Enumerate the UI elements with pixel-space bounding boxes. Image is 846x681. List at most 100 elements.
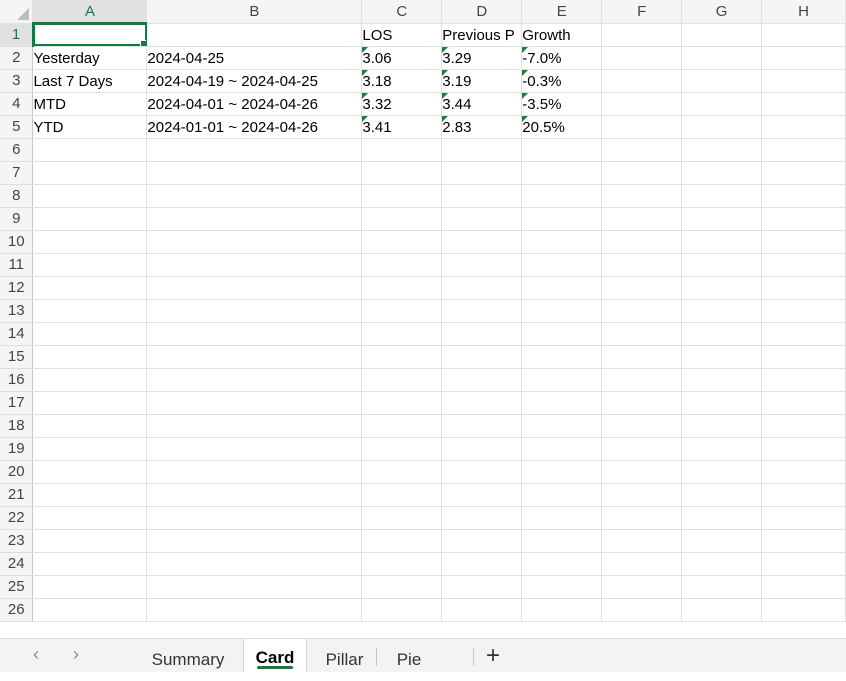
cell-e1[interactable]: Growth — [521, 23, 603, 47]
cell-f25[interactable] — [601, 575, 683, 599]
cell-b6[interactable] — [146, 138, 363, 162]
cell-g26[interactable] — [681, 598, 763, 622]
cell-f3[interactable] — [601, 69, 683, 93]
cell-e4[interactable]: -3.5% — [521, 92, 603, 116]
cell-h2[interactable] — [761, 46, 846, 70]
cell-g20[interactable] — [681, 460, 763, 484]
cell-c4[interactable]: 3.32 — [361, 92, 443, 116]
cell-b12[interactable] — [146, 276, 363, 300]
cell-h22[interactable] — [761, 506, 846, 530]
cell-g8[interactable] — [681, 184, 763, 208]
cell-g6[interactable] — [681, 138, 763, 162]
column-header-c[interactable]: C — [361, 0, 443, 24]
row-header-25[interactable]: 25 — [0, 575, 34, 599]
cell-h9[interactable] — [761, 207, 846, 231]
cell-b24[interactable] — [146, 552, 363, 576]
sheet-tab-pie[interactable]: Pie — [385, 639, 433, 672]
cell-a15[interactable] — [32, 345, 148, 369]
row-header-15[interactable]: 15 — [0, 345, 34, 369]
cell-a13[interactable] — [32, 299, 148, 323]
cell-f15[interactable] — [601, 345, 683, 369]
cell-e23[interactable] — [521, 529, 603, 553]
cell-h21[interactable] — [761, 483, 846, 507]
cell-a6[interactable] — [32, 138, 148, 162]
cell-c12[interactable] — [361, 276, 443, 300]
cell-g1[interactable] — [681, 23, 763, 47]
cell-d24[interactable] — [441, 552, 523, 576]
cell-e16[interactable] — [521, 368, 603, 392]
row-header-10[interactable]: 10 — [0, 230, 34, 254]
cell-d25[interactable] — [441, 575, 523, 599]
cell-g13[interactable] — [681, 299, 763, 323]
cell-a26[interactable] — [32, 598, 148, 622]
cell-g15[interactable] — [681, 345, 763, 369]
cell-c8[interactable] — [361, 184, 443, 208]
cell-f11[interactable] — [601, 253, 683, 277]
cell-d17[interactable] — [441, 391, 523, 415]
cell-d6[interactable] — [441, 138, 523, 162]
column-header-e[interactable]: E — [521, 0, 603, 24]
row-header-21[interactable]: 21 — [0, 483, 34, 507]
select-all-corner[interactable] — [0, 0, 34, 24]
cell-f22[interactable] — [601, 506, 683, 530]
cell-h15[interactable] — [761, 345, 846, 369]
cell-b15[interactable] — [146, 345, 363, 369]
row-header-4[interactable]: 4 — [0, 92, 34, 116]
cell-e9[interactable] — [521, 207, 603, 231]
row-header-26[interactable]: 26 — [0, 598, 34, 622]
cell-a4[interactable]: MTD — [32, 92, 148, 116]
cell-g14[interactable] — [681, 322, 763, 346]
cell-e25[interactable] — [521, 575, 603, 599]
cell-d20[interactable] — [441, 460, 523, 484]
chevron-left-icon[interactable]: ‹ — [29, 645, 43, 663]
cell-h26[interactable] — [761, 598, 846, 622]
cell-b18[interactable] — [146, 414, 363, 438]
sheet-tab-pillar[interactable]: Pillar — [312, 639, 377, 672]
column-header-d[interactable]: D — [441, 0, 523, 24]
cell-h25[interactable] — [761, 575, 846, 599]
cell-a25[interactable] — [32, 575, 148, 599]
chevron-right-icon[interactable]: › — [69, 645, 83, 663]
cell-d8[interactable] — [441, 184, 523, 208]
cell-g17[interactable] — [681, 391, 763, 415]
cell-g25[interactable] — [681, 575, 763, 599]
cell-h10[interactable] — [761, 230, 846, 254]
cell-g19[interactable] — [681, 437, 763, 461]
cell-h19[interactable] — [761, 437, 846, 461]
cell-e20[interactable] — [521, 460, 603, 484]
cell-e14[interactable] — [521, 322, 603, 346]
cell-c23[interactable] — [361, 529, 443, 553]
cell-f6[interactable] — [601, 138, 683, 162]
cell-c22[interactable] — [361, 506, 443, 530]
row-header-9[interactable]: 9 — [0, 207, 34, 231]
cell-a18[interactable] — [32, 414, 148, 438]
cell-e15[interactable] — [521, 345, 603, 369]
cell-e2[interactable]: -7.0% — [521, 46, 603, 70]
cell-d15[interactable] — [441, 345, 523, 369]
cell-f20[interactable] — [601, 460, 683, 484]
cell-g21[interactable] — [681, 483, 763, 507]
cell-f10[interactable] — [601, 230, 683, 254]
cell-g5[interactable] — [681, 115, 763, 139]
cell-a12[interactable] — [32, 276, 148, 300]
cell-e18[interactable] — [521, 414, 603, 438]
cell-a7[interactable] — [32, 161, 148, 185]
cell-b23[interactable] — [146, 529, 363, 553]
cell-b19[interactable] — [146, 437, 363, 461]
cell-b11[interactable] — [146, 253, 363, 277]
cell-g16[interactable] — [681, 368, 763, 392]
cell-e13[interactable] — [521, 299, 603, 323]
row-header-16[interactable]: 16 — [0, 368, 34, 392]
cell-a19[interactable] — [32, 437, 148, 461]
cell-b8[interactable] — [146, 184, 363, 208]
cell-d26[interactable] — [441, 598, 523, 622]
cell-g22[interactable] — [681, 506, 763, 530]
cell-c10[interactable] — [361, 230, 443, 254]
cell-e24[interactable] — [521, 552, 603, 576]
cell-f23[interactable] — [601, 529, 683, 553]
cell-b3[interactable]: 2024-04-19 ~ 2024-04-25 — [146, 69, 363, 93]
cell-b25[interactable] — [146, 575, 363, 599]
cell-g12[interactable] — [681, 276, 763, 300]
cell-g23[interactable] — [681, 529, 763, 553]
cell-f18[interactable] — [601, 414, 683, 438]
